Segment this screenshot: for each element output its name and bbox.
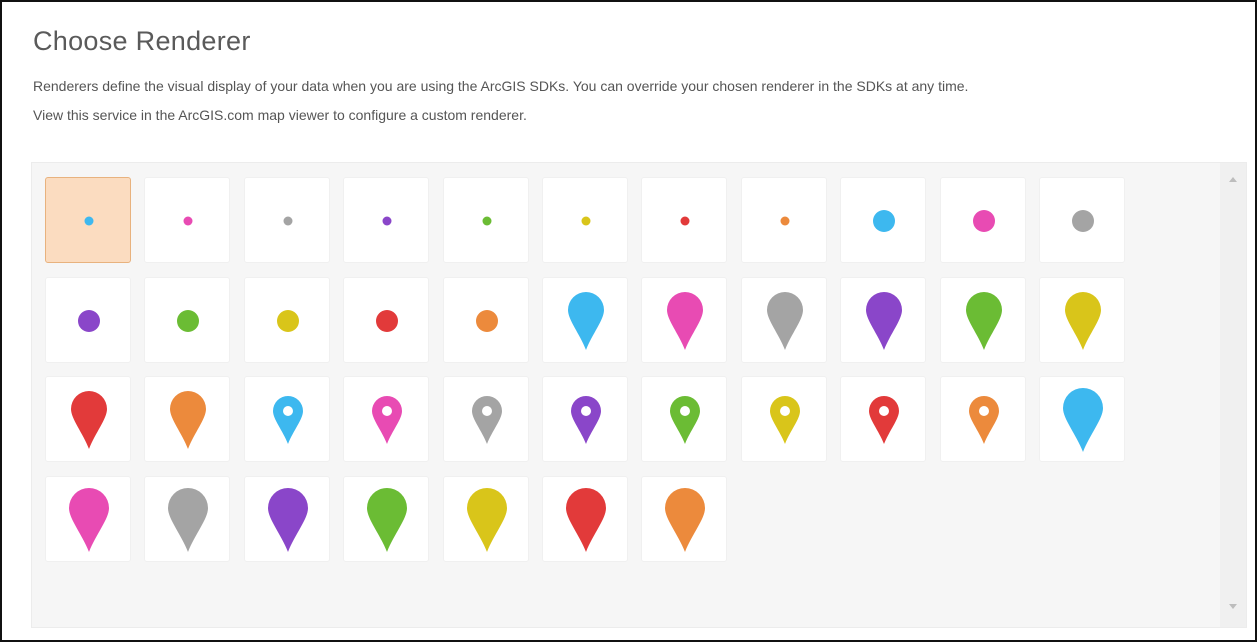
renderer-option-large-pin-red[interactable] <box>542 476 628 562</box>
pin-marker-icon <box>1065 292 1101 350</box>
dot-marker-icon <box>183 216 193 226</box>
pin-marker-icon <box>866 292 902 350</box>
pin-marker-icon <box>767 292 803 350</box>
choose-renderer-dialog: Choose Renderer Renderers define the vis… <box>0 0 1257 642</box>
pin-marker-icon <box>566 488 606 552</box>
renderer-option-large-dot-purple[interactable] <box>45 277 131 363</box>
description-line-2: View this service in the ArcGIS.com map … <box>33 107 527 123</box>
dot-marker-icon <box>680 216 690 226</box>
renderer-option-pin-hole-purple[interactable] <box>542 376 628 462</box>
pin-marker-icon <box>472 396 502 444</box>
renderer-option-large-pin-gray[interactable] <box>144 476 230 562</box>
pin-marker-icon <box>969 396 999 444</box>
dot-marker-icon <box>283 216 293 226</box>
renderer-option-large-dot-yellow[interactable] <box>244 277 330 363</box>
dot-marker-icon <box>277 310 299 332</box>
dot-marker-icon <box>482 216 492 226</box>
renderer-option-pin-hole-gray[interactable] <box>443 376 529 462</box>
pin-marker-icon <box>966 292 1002 350</box>
dot-marker-icon <box>973 210 995 232</box>
dot-marker-icon <box>476 310 498 332</box>
pin-marker-icon <box>467 488 507 552</box>
renderer-option-pin-purple[interactable] <box>840 277 926 363</box>
pin-marker-icon <box>670 396 700 444</box>
renderer-option-large-pin-blue[interactable] <box>1039 376 1125 462</box>
renderer-option-small-dot-gray[interactable] <box>244 177 330 263</box>
renderer-option-pin-hole-red[interactable] <box>840 376 926 462</box>
renderer-option-small-dot-pink[interactable] <box>144 177 230 263</box>
dot-marker-icon <box>1072 210 1094 232</box>
pin-marker-icon <box>69 488 109 552</box>
renderer-option-small-dot-purple[interactable] <box>343 177 429 263</box>
renderer-option-large-dot-pink[interactable] <box>940 177 1026 263</box>
renderer-option-pin-orange[interactable] <box>144 376 230 462</box>
page-title: Choose Renderer <box>33 26 251 56</box>
dot-marker-icon <box>78 310 100 332</box>
renderer-option-pin-blue[interactable] <box>542 277 628 363</box>
pin-marker-icon <box>571 396 601 444</box>
renderer-gallery <box>31 162 1247 628</box>
renderer-option-pin-pink[interactable] <box>641 277 727 363</box>
renderer-option-pin-hole-orange[interactable] <box>940 376 1026 462</box>
dot-marker-icon <box>177 310 199 332</box>
dot-marker-icon <box>581 216 591 226</box>
renderer-option-large-dot-orange[interactable] <box>443 277 529 363</box>
renderer-option-pin-yellow[interactable] <box>1039 277 1125 363</box>
renderer-option-pin-hole-pink[interactable] <box>343 376 429 462</box>
pin-marker-icon <box>1063 388 1103 452</box>
dot-marker-icon <box>780 216 790 226</box>
chevron-up-icon[interactable] <box>1229 177 1237 182</box>
dot-marker-icon <box>84 216 94 226</box>
pin-marker-icon <box>268 488 308 552</box>
pin-marker-icon <box>665 488 705 552</box>
renderer-option-large-pin-purple[interactable] <box>244 476 330 562</box>
renderer-option-large-dot-green[interactable] <box>144 277 230 363</box>
chevron-down-icon[interactable] <box>1229 604 1237 609</box>
description-line-1: Renderers define the visual display of y… <box>33 78 969 94</box>
renderer-option-small-dot-red[interactable] <box>641 177 727 263</box>
pin-marker-icon <box>372 396 402 444</box>
renderer-option-small-dot-yellow[interactable] <box>542 177 628 263</box>
renderer-option-large-dot-blue[interactable] <box>840 177 926 263</box>
pin-marker-icon <box>168 488 208 552</box>
pin-marker-icon <box>869 396 899 444</box>
pin-marker-icon <box>170 391 206 449</box>
pin-marker-icon <box>568 292 604 350</box>
pin-marker-icon <box>367 488 407 552</box>
dot-marker-icon <box>873 210 895 232</box>
renderer-option-pin-gray[interactable] <box>741 277 827 363</box>
pin-marker-icon <box>770 396 800 444</box>
renderer-option-large-pin-yellow[interactable] <box>443 476 529 562</box>
renderer-option-small-dot-blue[interactable] <box>45 177 131 263</box>
renderer-option-pin-hole-blue[interactable] <box>244 376 330 462</box>
renderer-option-large-pin-green[interactable] <box>343 476 429 562</box>
pin-marker-icon <box>667 292 703 350</box>
pin-marker-icon <box>273 396 303 444</box>
renderer-option-pin-red[interactable] <box>45 376 131 462</box>
renderer-option-large-pin-pink[interactable] <box>45 476 131 562</box>
renderer-option-large-dot-gray[interactable] <box>1039 177 1125 263</box>
renderer-option-large-dot-red[interactable] <box>343 277 429 363</box>
renderer-option-large-pin-orange[interactable] <box>641 476 727 562</box>
renderer-option-pin-green[interactable] <box>940 277 1026 363</box>
dot-marker-icon <box>376 310 398 332</box>
renderer-option-small-dot-orange[interactable] <box>741 177 827 263</box>
renderer-option-small-dot-green[interactable] <box>443 177 529 263</box>
renderer-option-pin-hole-green[interactable] <box>641 376 727 462</box>
renderer-option-pin-hole-yellow[interactable] <box>741 376 827 462</box>
pin-marker-icon <box>71 391 107 449</box>
description: Renderers define the visual display of y… <box>33 72 1248 130</box>
dot-marker-icon <box>382 216 392 226</box>
scrollbar[interactable] <box>1220 163 1246 627</box>
